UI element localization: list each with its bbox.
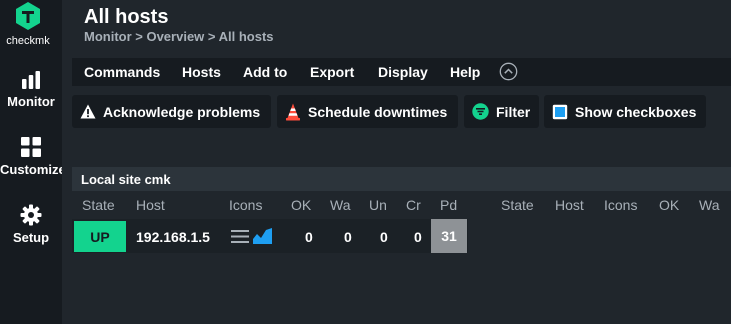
- schedule-downtimes-button[interactable]: Schedule downtimes: [277, 95, 458, 128]
- column-header-pending[interactable]: Pd: [440, 197, 457, 213]
- column-header-unknown[interactable]: Un: [369, 197, 387, 213]
- crit-count[interactable]: 0: [414, 229, 422, 245]
- show-checkboxes-button[interactable]: Show checkboxes: [544, 95, 706, 128]
- sidebar-item-label: Setup: [12, 230, 50, 245]
- schedule-downtimes-label: Schedule downtimes: [308, 103, 448, 120]
- graph-icon[interactable]: [253, 227, 272, 245]
- acknowledge-problems-button[interactable]: Acknowledge problems: [72, 95, 271, 128]
- menu-lines-icon[interactable]: [231, 229, 249, 244]
- column-header-state[interactable]: State: [82, 197, 115, 213]
- menu-bar: Commands Hosts Add to Export Display Hel…: [72, 58, 731, 86]
- chevron-up-circle-icon[interactable]: [499, 62, 518, 81]
- sidebar: checkmk Monitor Customize Setup: [0, 0, 66, 324]
- column-header-icons[interactable]: Icons: [229, 197, 262, 213]
- host-name-link[interactable]: 192.168.1.5: [136, 229, 210, 245]
- filter-icon: [472, 103, 489, 120]
- warning-icon: [80, 104, 96, 119]
- acknowledge-problems-label: Acknowledge problems: [103, 103, 261, 120]
- unknown-count[interactable]: 0: [380, 229, 388, 245]
- checkbox-icon: [552, 104, 568, 119]
- menu-display[interactable]: Display: [378, 64, 428, 80]
- setup-gear-icon: [20, 204, 42, 226]
- filter-label: Filter: [496, 103, 531, 120]
- filter-button[interactable]: Filter: [464, 95, 539, 128]
- ok-count[interactable]: 0: [305, 229, 313, 245]
- sidebar-item-customize[interactable]: Customize: [0, 136, 66, 177]
- page-title: All hosts: [84, 6, 169, 28]
- site-header: Local site cmk: [72, 167, 731, 191]
- traffic-cone-icon: [286, 103, 300, 120]
- checkmk-logo-icon[interactable]: [14, 2, 42, 30]
- column-header-ok[interactable]: OK: [291, 197, 311, 213]
- host-state-badge[interactable]: UP: [74, 221, 126, 252]
- monitor-bars-icon: [22, 71, 40, 89]
- column-header-state[interactable]: State: [501, 197, 534, 213]
- sidebar-item-label: Monitor: [7, 94, 55, 109]
- column-header-crit[interactable]: Cr: [406, 197, 421, 213]
- menu-add-to[interactable]: Add to: [243, 64, 287, 80]
- menu-commands[interactable]: Commands: [84, 64, 160, 80]
- sidebar-item-monitor[interactable]: Monitor: [0, 70, 62, 109]
- show-checkboxes-label: Show checkboxes: [575, 103, 697, 120]
- breadcrumb[interactable]: Monitor > Overview > All hosts: [84, 29, 274, 44]
- column-header-warn[interactable]: Wa: [699, 197, 719, 213]
- customize-grid-icon: [21, 137, 41, 157]
- menu-export[interactable]: Export: [310, 64, 354, 80]
- main-content: All hosts Monitor > Overview > All hosts…: [62, 0, 731, 324]
- column-header-host[interactable]: Host: [136, 197, 165, 213]
- column-header-host[interactable]: Host: [555, 197, 584, 213]
- column-header-ok[interactable]: OK: [659, 197, 679, 213]
- menu-hosts[interactable]: Hosts: [182, 64, 221, 80]
- menu-help[interactable]: Help: [450, 64, 480, 80]
- warn-count[interactable]: 0: [344, 229, 352, 245]
- sidebar-item-label: Customize: [0, 162, 66, 177]
- logo-text: checkmk: [6, 35, 50, 47]
- column-header-warn[interactable]: Wa: [330, 197, 350, 213]
- sidebar-item-setup[interactable]: Setup: [0, 204, 62, 245]
- pending-count[interactable]: 31: [431, 219, 467, 253]
- column-header-icons[interactable]: Icons: [604, 197, 637, 213]
